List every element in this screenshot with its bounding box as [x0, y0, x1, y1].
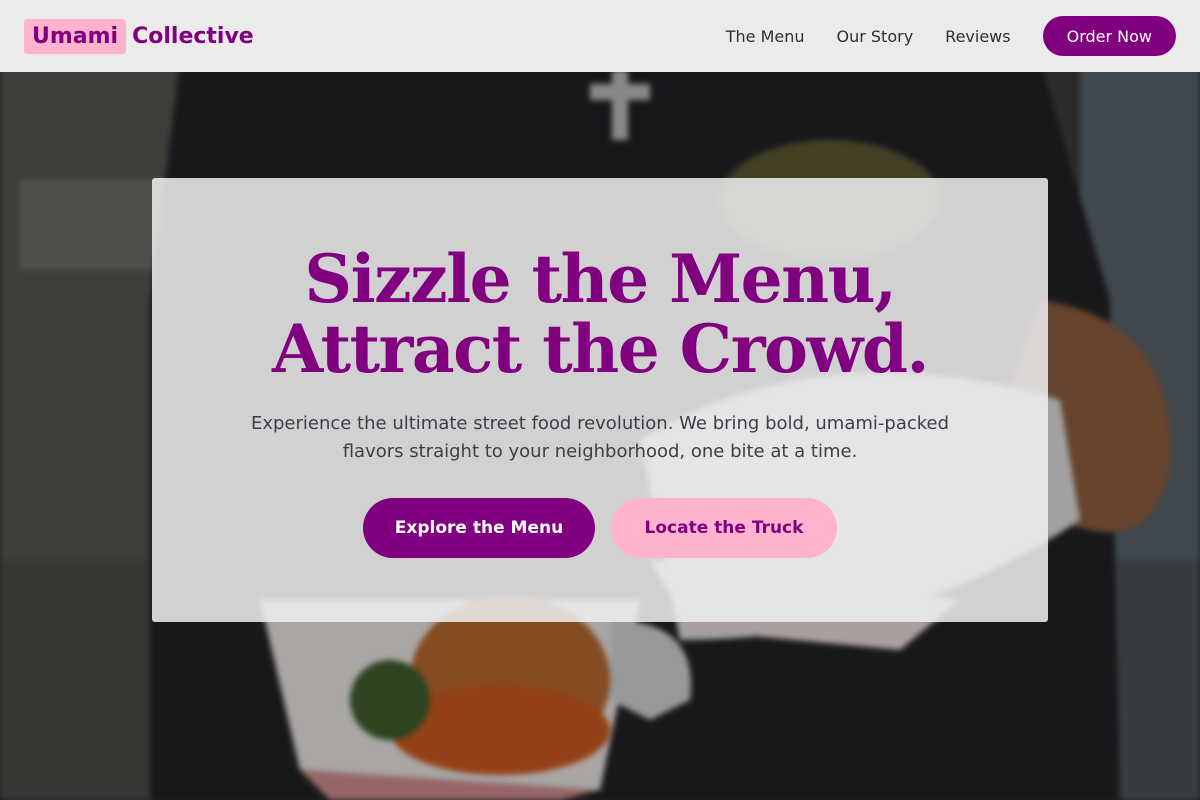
hero-title: Sizzle the Menu, Attract the Crowd. [152, 244, 1048, 384]
nav-link-the-menu[interactable]: The Menu [726, 27, 805, 46]
nav-link-reviews[interactable]: Reviews [945, 27, 1010, 46]
hero-subtitle-line-1: Experience the ultimate street food revo… [250, 413, 950, 434]
hero-title-line-1: Sizzle the Menu, [304, 240, 897, 318]
hero-title-line-2: Attract the Crowd. [272, 310, 929, 388]
order-now-button[interactable]: Order Now [1042, 16, 1176, 56]
locate-truck-button[interactable]: Locate the Truck [611, 498, 837, 558]
logo[interactable]: Umami Collective [24, 18, 254, 54]
site-header: Umami Collective The Menu Our Story Revi… [0, 0, 1200, 72]
logo-word-collective: Collective [132, 23, 254, 49]
explore-menu-button[interactable]: Explore the Menu [363, 498, 595, 558]
hero-subtitle: Experience the ultimate street food revo… [152, 410, 1048, 466]
hero-card: Sizzle the Menu, Attract the Crowd. Expe… [152, 178, 1048, 622]
hero-button-row: Explore the Menu Locate the Truck [152, 498, 1048, 558]
main-nav: The Menu Our Story Reviews Order Now [726, 16, 1176, 56]
nav-link-our-story[interactable]: Our Story [837, 27, 914, 46]
logo-word-umami: Umami [24, 18, 127, 54]
hero-subtitle-line-2: flavors straight to your neighborhood, o… [342, 441, 858, 462]
